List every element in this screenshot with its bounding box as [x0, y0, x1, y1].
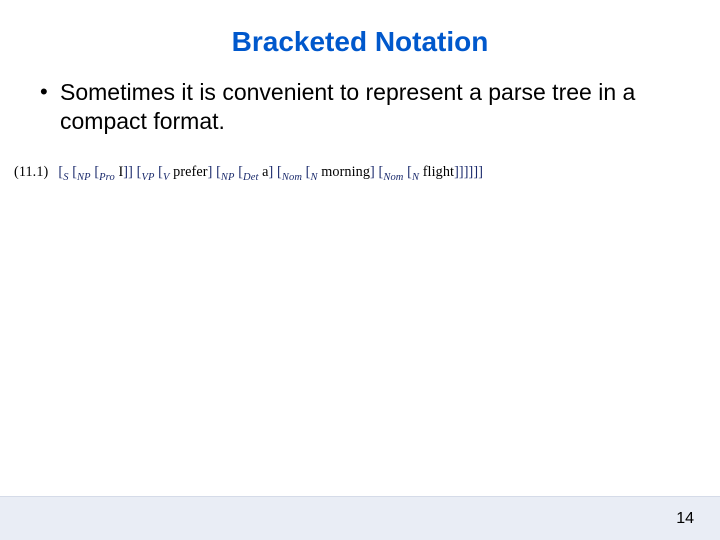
- bullet-dot: •: [40, 78, 60, 106]
- notation-tokens: [S [NP [Pro I]] [VP [V prefer] [NP [Det …: [58, 164, 483, 180]
- nonterminal-label: Nom: [282, 172, 302, 183]
- terminal-word: morning: [321, 164, 370, 180]
- footer-bar: 14: [0, 496, 720, 540]
- nonterminal-label: Det: [243, 172, 258, 183]
- bracket: ]: [269, 164, 274, 180]
- nonterminal-label: S: [63, 172, 68, 183]
- nonterminal-label: N: [310, 172, 317, 183]
- terminal-word: flight: [423, 164, 454, 180]
- bullet-list: • Sometimes it is convenient to represen…: [0, 68, 720, 136]
- bracket: ]: [208, 164, 213, 180]
- slide-title: Bracketed Notation: [0, 0, 720, 68]
- bracketed-notation: (11.1) [S [NP [Pro I]] [VP [V prefer] [NP…: [0, 164, 720, 183]
- bracket: ]]]]]]: [454, 164, 483, 180]
- equation-number: (11.1): [14, 164, 48, 180]
- nonterminal-label: Nom: [383, 172, 403, 183]
- nonterminal-label: N: [412, 172, 419, 183]
- bracket: ]]: [123, 164, 133, 180]
- bullet-item: • Sometimes it is convenient to represen…: [40, 78, 680, 136]
- nonterminal-label: NP: [77, 172, 91, 183]
- bullet-text: Sometimes it is convenient to represent …: [60, 78, 680, 136]
- nonterminal-label: V: [163, 172, 170, 183]
- terminal-word: prefer: [173, 164, 207, 180]
- bracket: ]: [370, 164, 375, 180]
- nonterminal-label: Pro: [99, 172, 115, 183]
- slide: Bracketed Notation • Sometimes it is con…: [0, 0, 720, 540]
- nonterminal-label: NP: [221, 172, 235, 183]
- nonterminal-label: VP: [141, 172, 154, 183]
- page-number: 14: [676, 510, 694, 528]
